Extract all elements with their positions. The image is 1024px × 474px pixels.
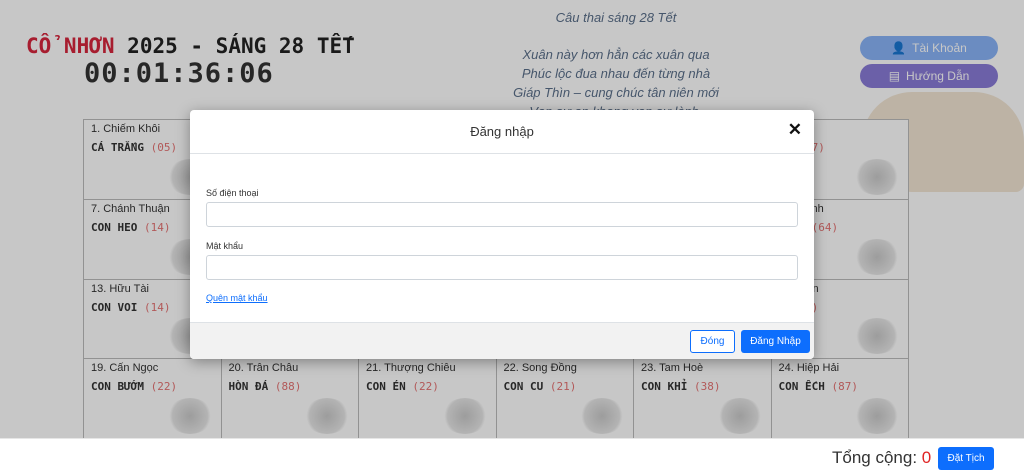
bottom-bar: Tổng cộng: 0 Đặt Tịch [0,438,1024,474]
total-summary: Tổng cộng: 0 [832,448,931,468]
submit-button[interactable]: Đặt Tịch [938,447,994,470]
total-label: Tổng cộng: [832,448,918,467]
phone-input[interactable] [206,202,798,227]
close-button[interactable]: Đóng [690,330,735,353]
modal-header: Đăng nhập ✕ [190,110,814,154]
phone-label: Số điện thoại [206,188,259,198]
login-button[interactable]: Đăng Nhập [741,330,810,353]
password-input[interactable] [206,255,798,280]
modal-footer: Đóng Đăng Nhập [190,322,814,359]
modal-title: Đăng nhập [470,124,534,139]
modal-body: Số điện thoại Mật khẩu Quên mật khẩu [190,154,814,322]
login-modal: Đăng nhập ✕ Số điện thoại Mật khẩu Quên … [190,110,814,359]
total-value: 0 [921,448,932,467]
close-icon[interactable]: ✕ [788,120,802,140]
forgot-password-link[interactable]: Quên mật khẩu [206,293,268,303]
password-label: Mật khẩu [206,241,244,251]
